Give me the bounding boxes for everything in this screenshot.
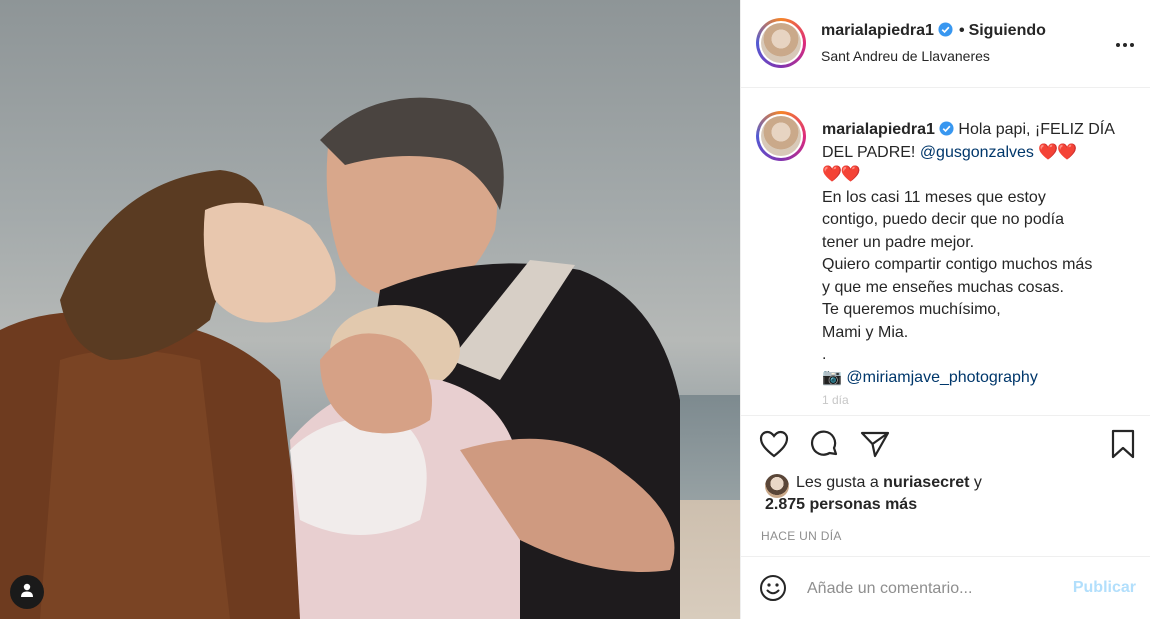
liker-username[interactable]: nuriasecret [883, 474, 969, 491]
caption-line: tener un padre mejor. [822, 233, 975, 251]
likes-prefix: Les gusta a [796, 474, 884, 491]
share-icon [860, 430, 890, 463]
separator-dot: • [958, 22, 965, 39]
hearts-emoji: ❤️❤️ [1038, 143, 1077, 161]
caption-author-avatar[interactable] [756, 111, 806, 161]
more-options-icon [1115, 35, 1135, 53]
bookmark-icon [1110, 429, 1136, 464]
author-line: marialapiedra1 • Siguiendo [821, 22, 1046, 40]
caption-time: 1 día [822, 393, 849, 407]
caption-line: Mami y Mia. [822, 323, 909, 341]
likes-summary: Les gusta a nuriasecret y 2.875 personas… [765, 472, 1135, 516]
caption-line: Quiero compartir contigo muchos más [822, 256, 1093, 273]
save-button[interactable] [1107, 429, 1139, 464]
likes-joiner: y [969, 474, 982, 491]
publish-button[interactable]: Publicar [1073, 579, 1136, 597]
comment-input[interactable] [807, 577, 1057, 601]
caption-line: Te queremos muchísimo, [822, 301, 1001, 318]
follow-status-button[interactable]: Siguiendo [969, 22, 1046, 39]
more-options-button[interactable] [1113, 32, 1137, 56]
verified-badge-icon [939, 121, 954, 136]
hearts-emoji-2: ❤️❤️ [822, 166, 861, 183]
post-sidebar: marialapiedra1 • Siguiendo Sant Andreu de … [740, 0, 1150, 619]
liker-avatar[interactable] [765, 474, 789, 498]
like-button[interactable] [758, 430, 790, 462]
share-button[interactable] [859, 430, 891, 462]
post-location[interactable]: Sant Andreu de Llavaneres [821, 48, 990, 64]
post-photo[interactable] [0, 0, 740, 619]
emoji-icon [759, 574, 787, 607]
author-avatar[interactable] [756, 18, 806, 68]
heart-icon [759, 430, 789, 463]
comment-bar: Publicar [741, 556, 1150, 619]
user-tag-icon [19, 582, 35, 603]
user-tag-button[interactable] [10, 575, 44, 609]
post-header: marialapiedra1 • Siguiendo Sant Andreu de … [741, 0, 1150, 88]
caption-line: y que me enseñes muchas cosas. [822, 278, 1064, 296]
comment-button[interactable] [809, 430, 841, 462]
post-timestamp[interactable]: HACE UN DÍA [761, 529, 842, 543]
post-caption: marialapiedra1 Hola papi, ¡FELIZ DÍA DEL… [822, 119, 1132, 412]
comment-icon [810, 429, 840, 464]
post-actions-area: Les gusta a nuriasecret y 2.875 personas… [741, 415, 1150, 619]
caption-line: . [822, 346, 827, 363]
caption-line: contigo, puedo decir que no podía [822, 211, 1064, 228]
camera-icon: 📷 [822, 368, 842, 386]
photo-credit-mention[interactable]: @miriamjave_photography [846, 369, 1037, 386]
photo-credit-line: 📷 @miriamjave_photography [822, 367, 1132, 390]
verified-badge-icon [938, 22, 953, 37]
caption-area: marialapiedra1 Hola papi, ¡FELIZ DÍA DEL… [741, 89, 1150, 415]
caption-line: En los casi 11 meses que estoy [822, 188, 1046, 206]
emoji-button[interactable] [757, 574, 789, 606]
photo-figures [0, 97, 680, 619]
likes-others-count[interactable]: 2.875 personas más [765, 496, 917, 513]
caption-username[interactable]: marialapiedra1 [822, 121, 935, 138]
author-username[interactable]: marialapiedra1 [821, 22, 934, 39]
caption-mention[interactable]: @gusgonzalves [920, 144, 1034, 161]
